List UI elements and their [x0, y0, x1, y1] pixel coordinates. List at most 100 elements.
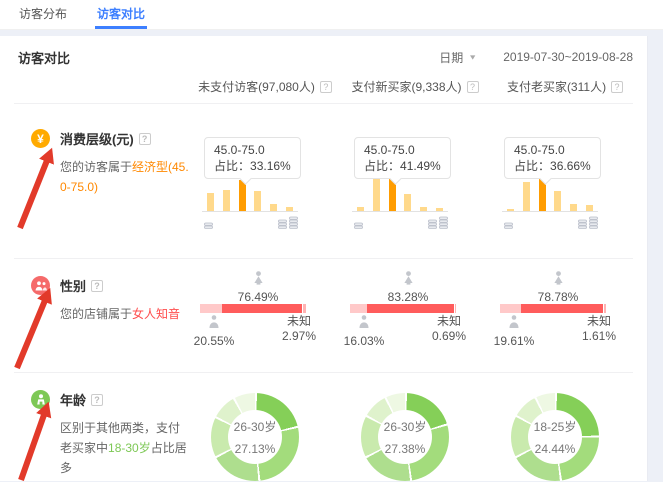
- donut-center-label: 26-30岁: [234, 418, 277, 435]
- section-title: 年龄: [60, 390, 86, 409]
- female-stat: 83.28%: [380, 271, 436, 304]
- bar[interactable]: [270, 204, 277, 211]
- bar[interactable]: [554, 191, 561, 211]
- unknown-segment[interactable]: [604, 304, 606, 313]
- help-icon[interactable]: ?: [139, 133, 151, 145]
- unknown-label: 未知: [426, 314, 472, 329]
- help-icon[interactable]: ?: [611, 81, 623, 93]
- help-icon[interactable]: ?: [467, 81, 479, 93]
- donut-center-label: 26-30岁: [384, 418, 427, 435]
- gender-stacked-bar[interactable]: [200, 304, 306, 313]
- column-header-new-buyers: 支付新买家(9,338人)?: [340, 78, 490, 95]
- female-stat: 78.78%: [530, 271, 586, 304]
- female-segment[interactable]: [367, 304, 454, 313]
- bar[interactable]: [373, 179, 380, 211]
- gender-stacked-bar[interactable]: [500, 304, 606, 313]
- date-dropdown[interactable]: 日期 ▼: [439, 49, 477, 66]
- age-description: 区别于其他两类，支付老买家中18-30岁占比居多: [60, 418, 190, 478]
- bar[interactable]: [404, 194, 411, 211]
- female-percent: 83.28%: [380, 290, 436, 304]
- donut-center: 26-30岁 27.38%: [378, 410, 432, 464]
- male-percent: 16.03%: [342, 334, 386, 348]
- male-stat: 19.61%: [492, 315, 536, 348]
- unknown-percent: 2.97%: [276, 329, 322, 344]
- donut-center: 18-25岁 24.44%: [528, 410, 582, 464]
- male-stat: 16.03%: [342, 315, 386, 348]
- unknown-label: 未知: [576, 314, 622, 329]
- bar[interactable]: [286, 207, 293, 211]
- bar[interactable]: [254, 191, 261, 211]
- unknown-segment[interactable]: [303, 304, 306, 313]
- female-percent: 78.78%: [530, 290, 586, 304]
- tab-visitor-distribution[interactable]: 访客分布: [17, 0, 69, 29]
- female-segment[interactable]: [521, 304, 604, 313]
- high-price-coins-icon: [428, 215, 448, 229]
- bar[interactable]: [523, 182, 530, 211]
- gender-label-cell: 性别 ? 您的店铺属于女人知音: [0, 262, 190, 372]
- section-title: 性别: [60, 276, 86, 295]
- female-stat: 76.49%: [230, 271, 286, 304]
- male-segment[interactable]: [500, 304, 521, 313]
- age-donut-chart[interactable]: 26-30岁 27.38%: [361, 393, 449, 481]
- bar[interactable]: [357, 207, 364, 211]
- bar[interactable]: [223, 190, 230, 211]
- male-icon: [358, 315, 370, 328]
- bar[interactable]: [420, 207, 427, 211]
- bar[interactable]: [207, 193, 214, 211]
- male-segment[interactable]: [350, 304, 367, 313]
- section-gender: 性别 ? 您的店铺属于女人知音 76.49% 20.55% 未知 2.97%: [0, 262, 648, 372]
- date-range-value[interactable]: 2019-07-30~2019-08-28: [503, 50, 633, 64]
- male-segment[interactable]: [200, 304, 222, 313]
- consumption-chart-new-buyers: 45.0-75.0 占比：41.49%: [340, 115, 490, 258]
- male-icon: [508, 315, 520, 328]
- highlight-age-range: 18-30岁: [108, 441, 151, 455]
- male-icon: [208, 315, 220, 328]
- panel-header: 访客对比 日期 ▼ 2019-07-30~2019-08-28: [0, 44, 647, 70]
- person-icon: [31, 390, 50, 409]
- people-icon: [31, 276, 50, 295]
- bar[interactable]: [436, 208, 443, 211]
- donut-center: 26-30岁 27.13%: [228, 410, 282, 464]
- column-header-old-buyers: 支付老买家(311人)?: [490, 78, 640, 95]
- unknown-percent: 1.61%: [576, 329, 622, 344]
- bar-tooltip: 45.0-75.0 占比：36.66%: [504, 137, 601, 179]
- male-percent: 20.55%: [192, 334, 236, 348]
- visitor-comparison-panel: 访客对比 日期 ▼ 2019-07-30~2019-08-28 未支付访客(97…: [0, 36, 648, 481]
- bar[interactable]: [586, 205, 593, 211]
- column-header-unpaid-visitors: 未支付访客(97,080人)?: [190, 78, 340, 95]
- unknown-percent: 0.69%: [426, 329, 472, 344]
- unknown-label: 未知: [276, 314, 322, 329]
- gender-chart-unpaid: 76.49% 20.55% 未知 2.97%: [190, 262, 340, 372]
- help-icon[interactable]: ?: [320, 81, 332, 93]
- age-donut-chart[interactable]: 26-30岁 27.13%: [211, 393, 299, 481]
- female-percent: 76.49%: [230, 290, 286, 304]
- male-stat: 20.55%: [192, 315, 236, 348]
- consumption-label-cell: ¥ 消费层级(元) ? 您的访客属于经济型(45.0-75.0): [0, 115, 190, 258]
- bar[interactable]: [570, 204, 577, 211]
- section-title: 消费层级(元): [60, 129, 134, 148]
- unknown-stat: 未知 2.97%: [276, 314, 322, 344]
- age-label-cell: 年龄 ? 区别于其他两类，支付老买家中18-30岁占比居多: [0, 376, 190, 481]
- high-price-coins-icon: [278, 215, 298, 229]
- donut-center-value: 27.13%: [235, 442, 276, 456]
- help-icon[interactable]: ?: [91, 394, 103, 406]
- help-icon[interactable]: ?: [91, 280, 103, 292]
- tab-bar: 访客分布 访客对比: [0, 0, 663, 30]
- gender-stacked-bar[interactable]: [350, 304, 456, 313]
- divider: [14, 258, 633, 259]
- age-chart-unpaid: 26-30岁 27.13%: [190, 376, 340, 481]
- age-donut-chart[interactable]: 18-25岁 24.44%: [511, 393, 599, 481]
- female-segment[interactable]: [222, 304, 302, 313]
- date-dropdown-label: 日期: [439, 49, 463, 66]
- bar[interactable]: [507, 209, 514, 211]
- tab-visitor-comparison[interactable]: 访客对比: [95, 0, 147, 29]
- highlight-women-fans: 女人知音: [132, 307, 180, 321]
- gender-chart-new-buyers: 83.28% 16.03% 未知 0.69%: [340, 262, 490, 372]
- yen-icon: ¥: [31, 129, 50, 148]
- bar-tooltip: 45.0-75.0 占比：33.16%: [204, 137, 301, 179]
- low-price-coin-icon: [354, 216, 363, 234]
- high-price-coins-icon: [578, 215, 598, 229]
- low-price-coin-icon: [204, 216, 213, 234]
- unknown-segment[interactable]: [455, 304, 456, 313]
- bar-tooltip: 45.0-75.0 占比：41.49%: [354, 137, 451, 179]
